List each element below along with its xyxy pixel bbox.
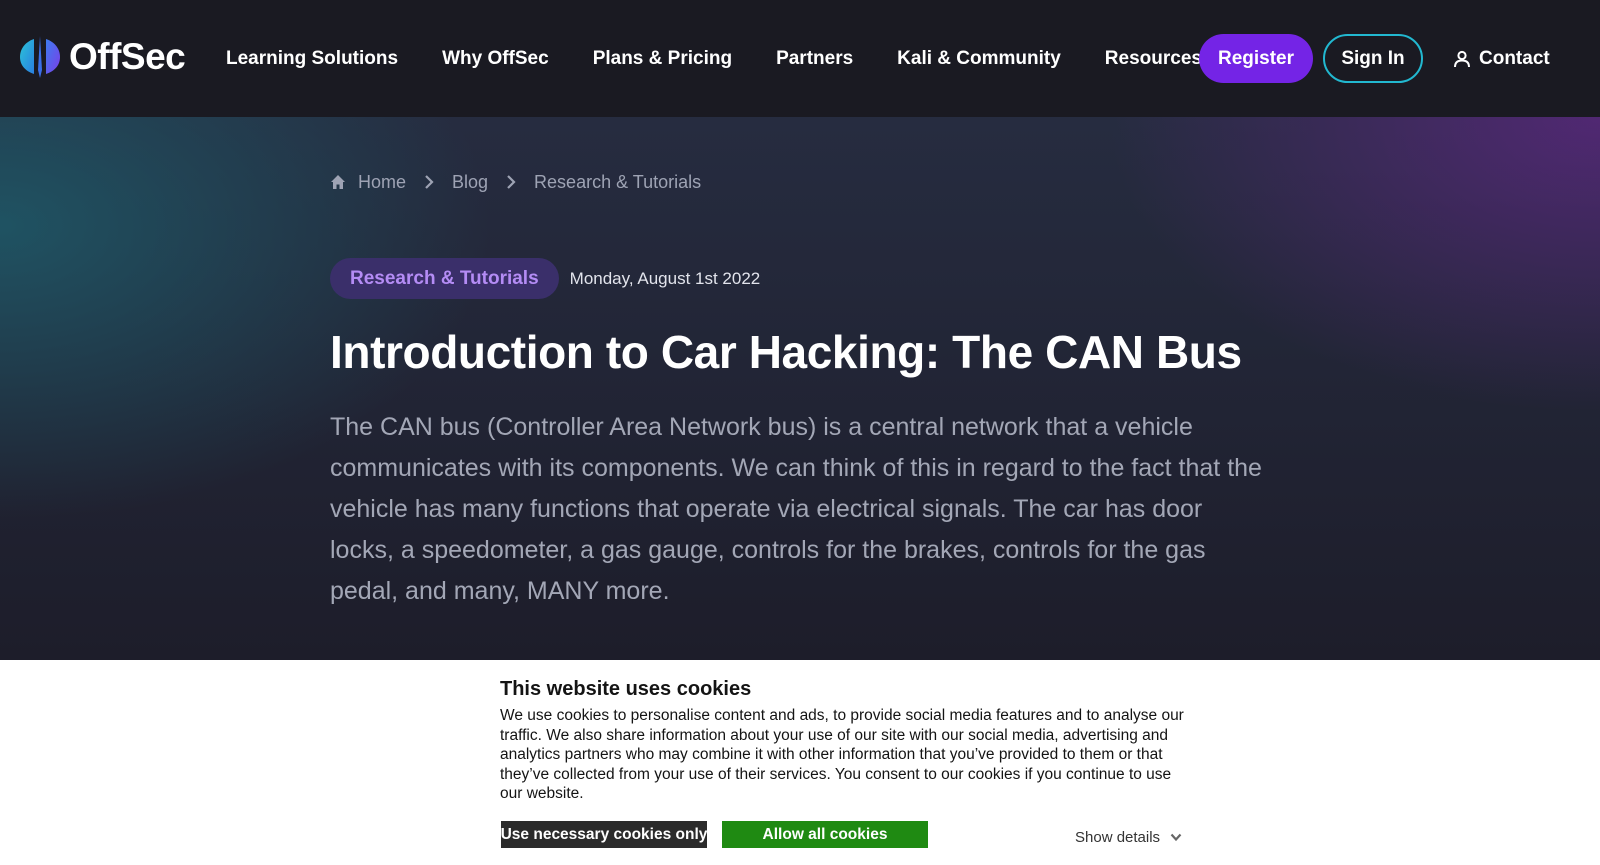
- nav-partners[interactable]: Partners: [776, 48, 853, 70]
- contact-link[interactable]: Contact: [1453, 45, 1550, 73]
- cookie-text: We use cookies to personalise content an…: [500, 707, 1184, 803]
- site-header: OffSec Learning Solutions Why OffSec Pla…: [0, 0, 1600, 117]
- allow-all-cookies-button[interactable]: Allow all cookies: [722, 821, 928, 848]
- cookie-title: This website uses cookies: [500, 678, 752, 700]
- page-title: Introduction to Car Hacking: The CAN Bus: [330, 326, 1242, 378]
- post-meta: Research & Tutorials Monday, August 1st …: [330, 258, 760, 299]
- contact-label: Contact: [1479, 48, 1550, 69]
- offsec-logo[interactable]: OffSec: [19, 36, 186, 78]
- breadcrumb-current[interactable]: Research & Tutorials: [534, 172, 701, 193]
- register-button[interactable]: Register: [1199, 34, 1313, 83]
- nav-kali-community[interactable]: Kali & Community: [897, 48, 1061, 70]
- user-icon: [1454, 50, 1470, 68]
- show-details-label: Show details: [1075, 828, 1161, 846]
- offsec-logo-icon: [20, 36, 60, 78]
- breadcrumb-home[interactable]: Home: [358, 172, 406, 193]
- article-hero: Home Blog Research & Tutorials Research …: [0, 117, 1600, 660]
- breadcrumb: Home Blog Research & Tutorials: [330, 169, 701, 195]
- necessary-cookies-button[interactable]: Use necessary cookies only: [501, 821, 707, 848]
- chevron-right-icon: [424, 175, 434, 189]
- cookie-banner: This website uses cookies We use cookies…: [0, 660, 1600, 865]
- nav-why-offsec[interactable]: Why OffSec: [442, 48, 549, 70]
- chevron-right-icon: [506, 175, 516, 189]
- breadcrumb-blog[interactable]: Blog: [452, 172, 488, 193]
- chevron-down-icon: [1170, 833, 1182, 841]
- post-intro: The CAN bus (Controller Area Network bus…: [330, 413, 1262, 605]
- nav-plans-pricing[interactable]: Plans & Pricing: [593, 48, 732, 70]
- sign-in-button[interactable]: Sign In: [1323, 34, 1423, 83]
- show-details-toggle[interactable]: Show details: [1075, 827, 1182, 847]
- main-nav: Learning Solutions Why OffSec Plans & Pr…: [226, 45, 1246, 73]
- home-icon[interactable]: [330, 174, 346, 190]
- logo-text: OffSec: [69, 36, 186, 77]
- post-date: Monday, August 1st 2022: [569, 268, 761, 288]
- nav-resources[interactable]: Resources: [1105, 48, 1202, 70]
- category-badge[interactable]: Research & Tutorials: [330, 258, 559, 299]
- nav-learning-solutions[interactable]: Learning Solutions: [226, 48, 398, 70]
